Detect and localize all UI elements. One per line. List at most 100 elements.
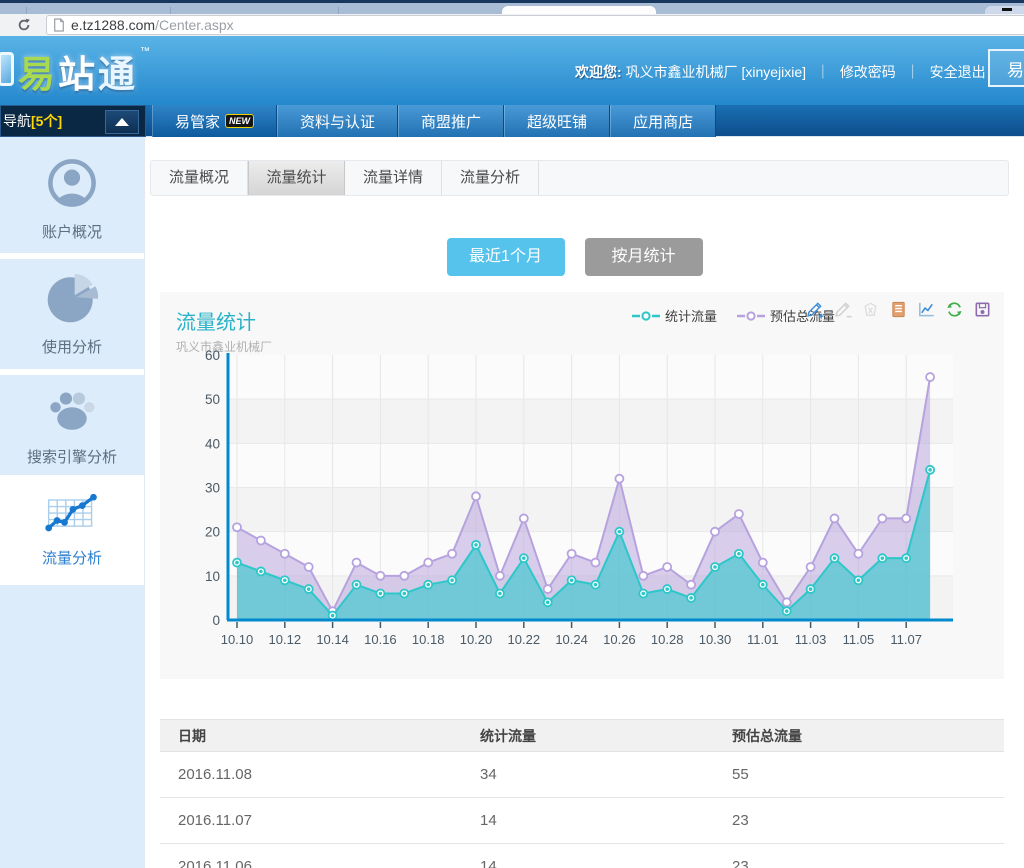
chart-toolbox xyxy=(805,300,992,319)
url-path: /Center.aspx xyxy=(155,17,234,33)
filter-button[interactable]: 最近1个月 xyxy=(447,238,565,276)
chart-panel: 流量统计 巩义市鑫业机械厂 统计流量 预估总流量 xyxy=(160,292,1004,679)
filter-button[interactable]: 按月统计 xyxy=(585,238,703,276)
table-row: 2016.11.071423 xyxy=(160,798,1004,844)
table-row: 2016.11.061423 xyxy=(160,844,1004,868)
legend-label: 统计流量 xyxy=(665,306,717,325)
svg-text:50: 50 xyxy=(205,392,220,407)
nav-tab[interactable]: 商盟推广 xyxy=(398,105,504,137)
svg-text:10.22: 10.22 xyxy=(508,632,541,647)
minimize-button[interactable] xyxy=(1002,8,1012,11)
logo-mark-icon xyxy=(0,52,14,86)
nav-tab[interactable]: 易管家 NEW xyxy=(152,105,277,137)
svg-text:10.14: 10.14 xyxy=(316,632,349,647)
filter-row: 最近1个月按月统计 xyxy=(145,238,1004,276)
table-row: 2016.11.083455 xyxy=(160,752,1004,798)
svg-text:10.20: 10.20 xyxy=(460,632,493,647)
traffic-chart[interactable]: 010203040506010.1010.1210.1410.1610.1810… xyxy=(176,348,988,674)
logout-link[interactable]: 安全退出 xyxy=(930,64,986,80)
mark-undo-icon xyxy=(833,300,852,319)
data-view-icon xyxy=(889,300,908,319)
corner-button[interactable]: 易站 xyxy=(988,49,1024,87)
save-image-icon xyxy=(973,300,992,319)
line-chart-icon xyxy=(44,492,100,536)
svg-text:0: 0 xyxy=(212,613,220,628)
line-type-icon xyxy=(917,300,936,319)
mark-undo-tool[interactable] xyxy=(833,300,852,319)
svg-text:10.16: 10.16 xyxy=(364,632,397,647)
nav-tab[interactable]: 资料与认证 xyxy=(277,105,398,137)
svg-text:30: 30 xyxy=(205,481,220,496)
svg-text:10.12: 10.12 xyxy=(269,632,302,647)
legend-marker-icon xyxy=(737,310,765,322)
browser-toolbar: › e.tz1288.com/Center.aspx xyxy=(0,14,1024,36)
svg-text:10: 10 xyxy=(205,569,220,584)
site-header: 易站通 ™ 欢迎您: 巩义市鑫业机械厂 [xinyejixie] ｜ 修改密码 … xyxy=(0,36,1024,105)
welcome-bar: 欢迎您: 巩义市鑫业机械厂 [xinyejixie] ｜ 修改密码 ｜ 安全退出 xyxy=(575,62,986,82)
content-tab[interactable]: 流量统计 xyxy=(248,161,345,195)
nav-tab[interactable]: 超级旺铺 xyxy=(504,105,610,137)
data-view-tool[interactable] xyxy=(889,300,908,319)
mark-clear-tool[interactable] xyxy=(861,300,880,319)
content-tabbar: 流量概况流量统计流量详情流量分析 xyxy=(150,160,1009,196)
logo-tm: ™ xyxy=(140,46,150,57)
sidebar-item-linechart[interactable]: 流量分析 xyxy=(0,481,144,579)
paw-icon xyxy=(46,383,98,435)
sidebar-item-pie[interactable]: 使用分析 xyxy=(0,259,144,369)
svg-text:11.05: 11.05 xyxy=(843,632,875,647)
svg-text:10.26: 10.26 xyxy=(603,632,636,647)
restore-tool[interactable] xyxy=(945,300,964,319)
pie-chart-icon xyxy=(45,271,99,325)
nav-collapse-button[interactable] xyxy=(105,110,139,134)
line-type-tool[interactable] xyxy=(917,300,936,319)
table-header-cell: 预估总流量 xyxy=(732,720,1004,752)
mark-tool[interactable] xyxy=(805,300,824,319)
svg-text:11.03: 11.03 xyxy=(795,632,827,647)
change-password-link[interactable]: 修改密码 xyxy=(840,64,896,80)
nav-tab-label: 资料与认证 xyxy=(300,111,375,132)
url-host: e.tz1288.com xyxy=(71,17,155,33)
nav-tabs: 易管家 NEW 资料与认证 商盟推广 超级旺铺 应用商店 xyxy=(152,105,716,137)
address-bar[interactable]: e.tz1288.com/Center.aspx xyxy=(46,15,1024,35)
table-header-cell: 统计流量 xyxy=(480,720,732,752)
separator: ｜ xyxy=(906,64,920,80)
save-image-tool[interactable] xyxy=(973,300,992,319)
logo-text: 易站通 xyxy=(18,44,138,98)
legend-item[interactable]: 统计流量 xyxy=(632,306,717,325)
company-name: 巩义市鑫业机械厂 [xinyejixie] xyxy=(626,64,806,80)
legend-marker-icon xyxy=(632,310,660,322)
screen: › e.tz1288.com/Center.aspx 易站通 ™ 欢迎您: 巩义… xyxy=(0,0,1024,868)
main-area: 流量概况流量统计流量详情流量分析 最近1个月按月统计 流量统计 巩义市鑫业机械厂… xyxy=(145,137,1024,868)
nav-tab-label: 商盟推广 xyxy=(421,111,481,132)
table-header-cell: 日期 xyxy=(160,720,480,752)
sidebar-item-paw[interactable]: 搜索引擎分析 xyxy=(0,375,144,475)
nav-dropdown[interactable]: 导航[5个] xyxy=(0,105,146,137)
sidebar-item-label: 流量分析 xyxy=(42,547,102,568)
svg-text:10.24: 10.24 xyxy=(555,632,588,647)
sidebar-item-user[interactable]: 账户概况 xyxy=(0,137,144,253)
mark-clear-icon xyxy=(861,300,880,319)
traffic-table: 日期统计流量预估总流量 2016.11.083455 2016.11.07142… xyxy=(160,719,1004,868)
nav-tab[interactable]: 应用商店 xyxy=(610,105,716,137)
table-body: 2016.11.083455 2016.11.071423 2016.11.06… xyxy=(160,752,1004,868)
svg-text:10.28: 10.28 xyxy=(651,632,684,647)
reload-icon[interactable] xyxy=(16,17,32,33)
svg-text:60: 60 xyxy=(205,348,220,363)
nav-tab-label: 超级旺铺 xyxy=(527,111,587,132)
content: 账户概况 使用分析 搜索引擎分析 流量分析 流量概况流量统计流量详情流量分析 最 xyxy=(0,137,1024,868)
svg-text:10.30: 10.30 xyxy=(699,632,732,647)
sidebar-item-label: 搜索引擎分析 xyxy=(27,446,117,467)
logo: 易站通 ™ xyxy=(6,44,150,98)
mark-icon xyxy=(805,300,824,319)
content-tab[interactable]: 流量详情 xyxy=(345,161,442,195)
sidebar: 账户概况 使用分析 搜索引擎分析 流量分析 xyxy=(0,137,145,868)
nav-dropdown-count: [5个] xyxy=(31,111,62,131)
welcome-label: 欢迎您: xyxy=(575,64,622,80)
nav-tab-label: 应用商店 xyxy=(633,111,693,132)
nav-tab-label: 易管家 xyxy=(175,111,220,132)
browser-tab-strip xyxy=(0,0,1024,14)
new-badge: NEW xyxy=(225,114,254,128)
content-tab[interactable]: 流量概况 xyxy=(151,161,248,195)
sidebar-item-label: 账户概况 xyxy=(42,221,102,242)
content-tab[interactable]: 流量分析 xyxy=(442,161,539,195)
